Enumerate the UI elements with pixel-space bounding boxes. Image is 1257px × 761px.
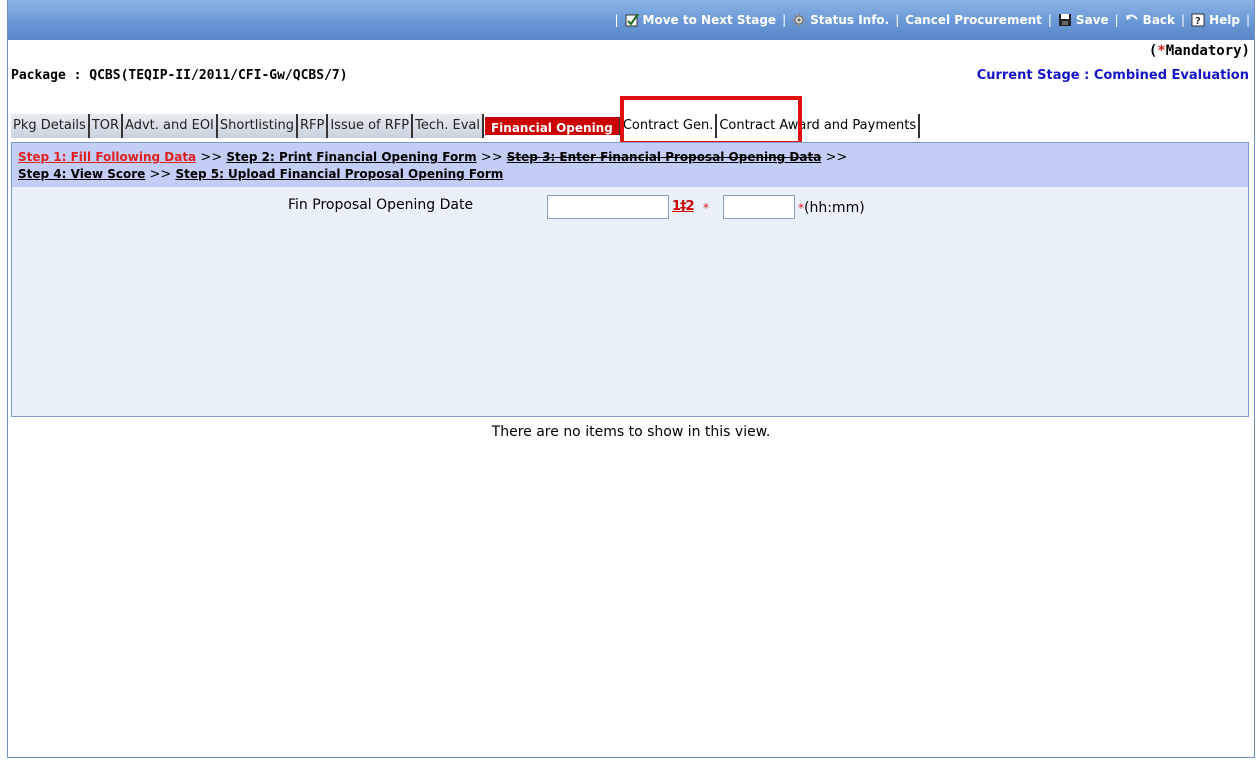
mandatory-open-paren: ( — [1148, 43, 1158, 59]
fin-opening-date-row: Fin Proposal Opening Date 1‡2 * * (hh:mm… — [12, 193, 1248, 223]
tab-tech-eval[interactable]: Tech. Eval — [413, 114, 484, 138]
fin-opening-date-label: Fin Proposal Opening Date — [288, 197, 474, 213]
step3-link[interactable]: Step 3: Enter Financial Proposal Opening… — [507, 150, 822, 164]
cancel-procurement-button[interactable]: Cancel Procurement — [899, 13, 1048, 27]
tab-tor[interactable]: TOR — [89, 114, 124, 138]
tab-rfp[interactable]: RFP — [297, 114, 329, 138]
tab-advt-eoi[interactable]: Advt. and EOI — [123, 114, 218, 138]
tab-financial-opening[interactable]: Financial Opening — [483, 116, 621, 136]
tab-contract-award-payments[interactable]: Contract Award and Payments — [717, 114, 921, 138]
fin-opening-time-input[interactable] — [723, 195, 795, 219]
floppy-disk-icon — [1058, 14, 1071, 26]
mandatory-star: * — [1157, 43, 1166, 59]
mandatory-label: Mandatory) — [1165, 43, 1250, 59]
tab-issue-of-rfp[interactable]: Issue of RFP — [328, 114, 414, 138]
move-next-stage-label: Move to Next Stage — [642, 13, 777, 27]
step5-link[interactable]: Step 5: Upload Financial Proposal Openin… — [175, 167, 503, 181]
status-info-label: Status Info. — [810, 13, 890, 27]
current-stage: Current Stage : Combined Evaluation — [976, 68, 1249, 83]
fin-opening-date-input[interactable] — [547, 195, 669, 219]
package-title: Package : QCBS(TEQIP-II/2011/CFI-Gw/QCBS… — [11, 68, 348, 83]
tab-shortlisting[interactable]: Shortlisting — [217, 114, 298, 138]
step-panel: Step 1: Fill Following Data >> Step 2: P… — [11, 142, 1249, 417]
calendar-icon[interactable]: 1‡2 — [672, 199, 695, 214]
step-separator: >> — [149, 167, 172, 182]
top-toolbar: | Move to Next Stage | Status Info. | Ca… — [8, 0, 1254, 40]
cancel-procurement-label: Cancel Procurement — [905, 13, 1042, 27]
status-info-button[interactable]: Status Info. — [786, 13, 895, 27]
step-separator: >> — [200, 150, 223, 165]
empty-list-message: There are no items to show in this view. — [491, 424, 771, 440]
mandatory-legend: (*Mandatory) — [1149, 43, 1250, 59]
help-icon: ? — [1191, 13, 1205, 27]
tab-contract-gen[interactable]: Contract Gen. — [620, 114, 718, 138]
back-button[interactable]: Back — [1119, 13, 1181, 27]
tab-pkg-details[interactable]: Pkg Details — [11, 114, 90, 138]
edit-check-icon — [625, 13, 639, 27]
move-next-stage-button[interactable]: Move to Next Stage — [619, 13, 783, 27]
time-format-hint: (hh:mm) — [804, 200, 865, 216]
steps-bar: Step 1: Fill Following Data >> Step 2: P… — [12, 143, 1248, 187]
stage-tabs: Pkg Details TOR Advt. and EOI Shortlisti… — [11, 114, 921, 138]
back-arrow-icon — [1125, 14, 1138, 20]
step-separator: >> — [825, 150, 848, 165]
save-button[interactable]: Save — [1052, 13, 1115, 27]
help-label: Help — [1209, 13, 1240, 27]
back-label: Back — [1142, 13, 1176, 27]
help-button[interactable]: ? Help — [1185, 13, 1246, 27]
toolbar-separator: | — [1245, 13, 1250, 27]
save-label: Save — [1075, 13, 1109, 27]
svg-text:?: ? — [1195, 16, 1201, 27]
step2-link[interactable]: Step 2: Print Financial Opening Form — [226, 150, 476, 164]
app-frame: | Move to Next Stage | Status Info. | Ca… — [7, 0, 1255, 758]
step-separator: >> — [480, 150, 503, 165]
step1-link[interactable]: Step 1: Fill Following Data — [18, 150, 196, 164]
step4-link[interactable]: Step 4: View Score — [18, 167, 145, 181]
required-star-date: * — [703, 201, 709, 215]
gear-icon — [792, 13, 807, 27]
